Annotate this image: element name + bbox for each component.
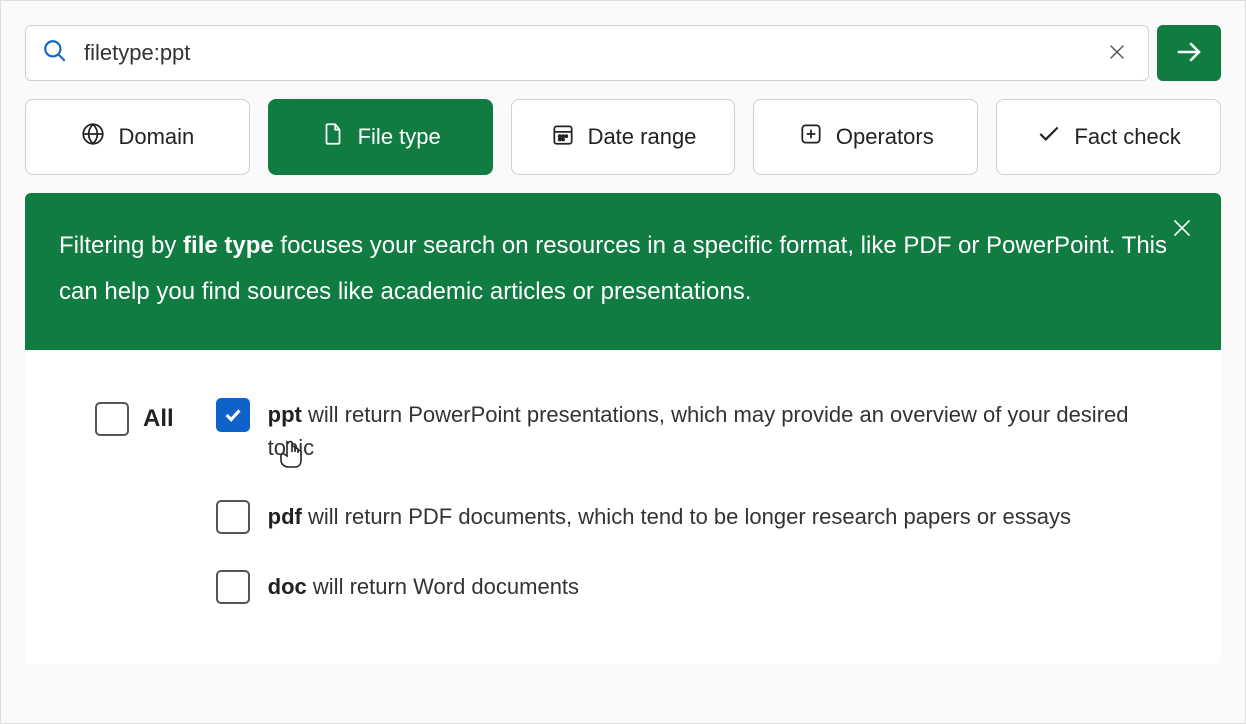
filetype-desc: will return PowerPoint presentations, wh…	[268, 402, 1129, 460]
close-icon	[1169, 229, 1195, 244]
filter-label: File type	[358, 124, 441, 150]
filter-label: Operators	[836, 124, 934, 150]
check-icon	[1036, 121, 1062, 153]
ppt-checkbox[interactable]	[216, 398, 250, 432]
close-icon	[1106, 41, 1128, 66]
filetype-desc: will return PDF documents, which tend to…	[302, 504, 1071, 529]
filetype-list: ppt will return PowerPoint presentations…	[216, 398, 1161, 604]
filetype-text: ppt will return PowerPoint presentations…	[268, 398, 1161, 464]
filter-label: Domain	[118, 124, 194, 150]
filter-domain-button[interactable]: Domain	[25, 99, 250, 175]
filetype-code: pdf	[268, 504, 302, 529]
search-input[interactable]	[84, 40, 1102, 66]
search-submit-button[interactable]	[1157, 25, 1221, 81]
search-icon	[42, 38, 68, 69]
filetype-item-ppt: ppt will return PowerPoint presentations…	[216, 398, 1161, 464]
calendar-icon	[550, 121, 576, 153]
filetype-desc: will return Word documents	[307, 574, 579, 599]
search-box[interactable]	[25, 25, 1149, 81]
clear-search-button[interactable]	[1102, 37, 1132, 70]
filter-filetype-button[interactable]: File type	[268, 99, 493, 175]
info-text-pre: Filtering by	[59, 232, 183, 259]
filetype-code: ppt	[268, 402, 302, 427]
filter-operators-button[interactable]: Operators	[753, 99, 978, 175]
file-icon	[320, 121, 346, 153]
filetype-code: doc	[268, 574, 307, 599]
filter-daterange-button[interactable]: Date range	[511, 99, 736, 175]
filter-factcheck-button[interactable]: Fact check	[996, 99, 1221, 175]
doc-checkbox[interactable]	[216, 570, 250, 604]
search-row	[25, 25, 1221, 81]
plus-square-icon	[798, 121, 824, 153]
arrow-right-icon	[1174, 37, 1204, 70]
filetype-item-doc: doc will return Word documents	[216, 570, 1161, 604]
all-checkbox[interactable]	[95, 402, 129, 436]
info-close-button[interactable]	[1165, 211, 1199, 248]
all-label: All	[143, 405, 174, 433]
filter-row: Domain File type	[25, 99, 1221, 175]
filetype-item-pdf: pdf will return PDF documents, which ten…	[216, 500, 1161, 534]
filetype-text: doc will return Word documents	[268, 570, 579, 603]
filter-label: Date range	[588, 124, 697, 150]
pdf-checkbox[interactable]	[216, 500, 250, 534]
info-text-bold: file type	[183, 232, 274, 259]
app-container: Domain File type	[0, 0, 1246, 724]
filter-label: Fact check	[1074, 124, 1180, 150]
filetype-text: pdf will return PDF documents, which ten…	[268, 500, 1071, 533]
options-panel: All ppt will return PowerPoint presentat…	[25, 350, 1221, 664]
globe-icon	[80, 121, 106, 153]
all-option: All	[95, 398, 174, 436]
info-panel: Filtering by file type focuses your sear…	[25, 193, 1221, 350]
